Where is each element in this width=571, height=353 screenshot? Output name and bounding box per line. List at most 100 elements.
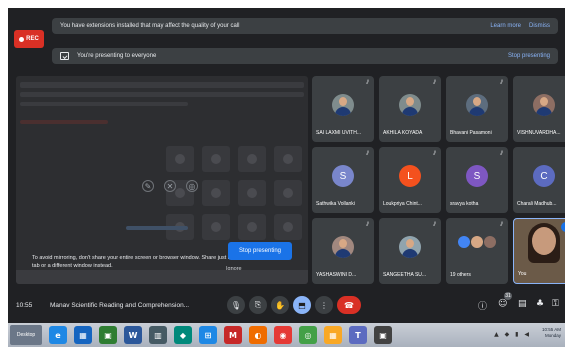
raise-hand-button[interactable]: ✋ [271,296,289,314]
others-avatars [446,236,508,248]
taskbar-app-icon[interactable]: ▣ [99,326,117,344]
present-icon: ⬒ [298,300,306,310]
taskbar-app-icon[interactable]: ⊞ [199,326,217,344]
recording-indicator: REC [14,30,44,48]
participant-photo [332,236,354,258]
taskbar-app-icon[interactable]: e [49,326,67,344]
participant-tile[interactable]: ⫽ SANGEETHA SU... [379,218,441,284]
extension-warning-banner: You have extensions installed that may a… [52,18,558,34]
mic-muted-icon: ⫽ [366,222,369,228]
participant-name: 19 others [450,272,471,278]
taskbar-app-icon[interactable]: ▥ [149,326,167,344]
system-clock[interactable]: 10:55 AM Monday [542,327,561,339]
presenting-banner: You're presenting to everyone Stop prese… [52,48,558,64]
chat-icon[interactable]: ▤ [518,299,527,309]
preview-mic-off-icon: ✕ [164,180,176,192]
hand-icon: ✋ [275,300,285,310]
preview-tab-strip [20,82,304,88]
taskbar-app-icon[interactable]: ▦ [324,326,342,344]
mic-button[interactable]: 🎙 [227,296,245,314]
participant-name: You [518,271,527,277]
participant-name: SAI LAXMI UVITH... [316,130,362,136]
taskbar-app-icon[interactable]: ▣ [374,326,392,344]
taskbar-apps: e ▦ ▣ W ▥ ◆ ⊞ M ◐ ◉ ◎ ▦ T ▣ [42,326,392,344]
participant-tile[interactable]: ⫽ L Loukpriya Chint... [379,147,441,213]
taskbar-app-icon[interactable]: W [124,326,142,344]
participant-tile[interactable]: ⫽ Ssravya kotha [446,147,508,213]
mic-muted-icon: ⫽ [500,222,503,228]
participant-photo [332,94,354,116]
participant-tile[interactable]: ⫽ S Sathwika Vollanki [312,147,374,213]
taskbar-app-icon[interactable]: T [349,326,367,344]
taskbar-app-icon[interactable]: ▦ [74,326,92,344]
dismiss-link[interactable]: Dismiss [529,23,550,29]
meeting-info-icon[interactable]: ⓘ [478,299,487,312]
camera-button[interactable]: ⎘ [249,296,267,314]
taskbar-app-icon[interactable]: ◉ [274,326,292,344]
extension-warning-text: You have extensions installed that may a… [60,23,240,29]
participant-name: SANGEETHA SU... [383,272,427,278]
participant-name: AKHILA KOYADA [383,130,423,136]
taskbar-app-icon[interactable]: M [224,326,242,344]
participant-name: Charali Madhub... [517,201,557,207]
stop-presenting-link[interactable]: Stop presenting [508,53,550,59]
camera-icon: ⎘ [254,300,262,309]
participant-tile[interactable]: ⋮ You [513,218,565,284]
leave-call-button[interactable]: ☎ [337,296,361,314]
participant-avatar: C [533,165,555,187]
shared-screen-preview: ✎ ✕ ◎ To avoid mirroring, don't share yo… [16,76,308,284]
clock-date: Monday [544,333,561,338]
more-vert-icon: ⋮ [320,300,328,310]
more-options-button[interactable]: ⋮ [315,296,333,314]
windows-taskbar: Desktop e ▦ ▣ W ▥ ◆ ⊞ M ◐ ◉ ◎ ▦ T ▣ ▲ ◆ ▮ ◀ 10:55 AM … [8,323,565,347]
desktop-start-button[interactable]: Desktop [10,325,42,345]
taskbar-app-icon[interactable]: ◆ [174,326,192,344]
preview-dialog-strip [126,226,188,230]
participant-tile[interactable]: ⫽ 19 others [446,218,508,284]
preview-rec-badge [20,120,108,124]
participant-photo [466,94,488,116]
people-count-badge: 31 [504,292,512,300]
participant-photo [533,94,555,116]
preview-brush-icon: ✎ [142,180,154,192]
self-face [532,227,556,255]
mic-icon: 🎙 [230,300,242,310]
taskbar-app-icon[interactable]: ◎ [299,326,317,344]
participant-tile[interactable]: ⫽ YASHASWINI D... [312,218,374,284]
participant-tile[interactable]: ⫽ Bhavani Pasamoni [446,76,508,142]
participant-avatar: S [466,165,488,187]
mic-muted-icon: ⫽ [500,80,503,86]
preview-target-icon: ◎ [186,180,198,192]
stop-presenting-button[interactable]: Stop presenting [228,242,292,260]
present-screen-icon [60,52,69,60]
participant-tile[interactable]: ⫽CCharali Madhub... [513,147,565,213]
meeting-control-bar: 10:55 Manav Scientific Reading and Compr… [8,292,565,322]
participant-tile[interactable]: ⫽ SAI LAXMI UVITH... [312,76,374,142]
participant-name: Sathwika Vollanki [316,201,355,207]
participant-name: sravya kotha [450,201,479,207]
mic-muted-icon: ⫽ [500,151,503,157]
present-now-button[interactable]: ⬒ [293,296,311,314]
system-tray-icons[interactable]: ▲ ◆ ▮ ◀ [494,331,531,338]
participant-photo [399,236,421,258]
recording-label: REC [26,36,39,42]
participant-photo [399,94,421,116]
preview-address-bar [20,92,304,97]
meeting-title: Manav Scientific Reading and Comprehensi… [50,302,190,309]
host-controls-icon[interactable]: ⚿ [552,299,559,309]
learn-more-link[interactable]: Learn more [490,23,521,29]
taskbar-app-icon[interactable]: ◐ [249,326,267,344]
tile-options-icon[interactable]: ⋮ [561,222,565,232]
participant-name: Bhavani Pasamoni [450,130,492,136]
participant-tile[interactable]: ⫽ AKHILA KOYADA [379,76,441,142]
participant-name: YASHASWINI D... [316,272,357,278]
hang-up-icon: ☎ [344,300,354,310]
preview-controls: ✎ ✕ ◎ [142,180,198,192]
participant-tile[interactable]: ⫽VISHNUVARDHA... [513,76,565,142]
participant-name: Loukpriya Chint... [383,201,422,207]
activities-icon[interactable]: ♣ [536,299,544,309]
mic-muted-icon: ⫽ [366,151,369,157]
people-icon[interactable]: ☺ [498,299,507,309]
participant-avatar: S [332,165,354,187]
meet-window: REC You have extensions installed that m… [8,8,565,323]
